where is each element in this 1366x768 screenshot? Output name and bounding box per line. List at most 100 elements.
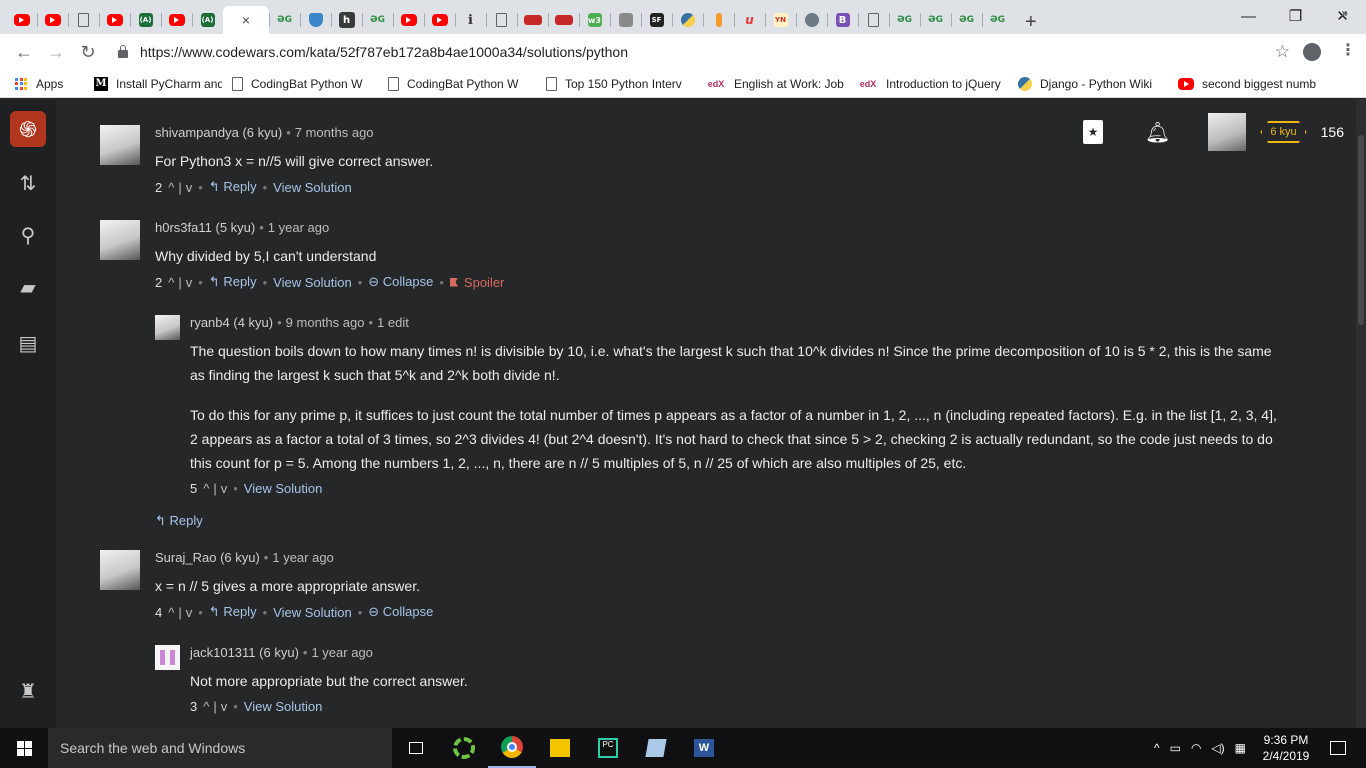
action-center-icon[interactable] [1330,741,1346,755]
tab-11[interactable]: ƏG [362,6,393,34]
reply-link[interactable]: ↰ Reply [209,604,257,620]
tab-15[interactable] [486,6,517,34]
tab-20[interactable]: SF [641,6,672,34]
downvote-icon[interactable]: v [186,180,193,195]
upvote-icon[interactable]: ^ [203,699,209,714]
tab-17[interactable] [548,6,579,34]
wifi-icon[interactable]: ◠ [1191,741,1201,755]
tab-7[interactable]: × [223,6,269,34]
bookmark-icon[interactable]: ★ [1082,120,1103,144]
comment-time[interactable]: 1 year ago [268,220,329,235]
tab-31[interactable]: ƏG [982,6,1013,34]
taskbar-search-box[interactable]: Search the web and Windows [48,728,392,768]
tab-9[interactable] [300,6,331,34]
bookmark-item[interactable]: edX English at Work: Job I [706,77,848,91]
leaderboard-trophy-icon[interactable]: ♜ [14,677,42,705]
comment-avatar[interactable] [155,315,180,340]
comment-edits[interactable]: 1 edit [377,315,409,330]
codewars-logo-icon[interactable]: ֍ [10,111,46,147]
notes-app-icon[interactable] [632,728,680,768]
tab-30[interactable]: ƏG [951,6,982,34]
tab-19[interactable] [610,6,641,34]
comment-username[interactable]: ryanb4 [190,315,230,330]
spoiler-flag[interactable]: Spoiler [449,275,504,290]
view-solution-link[interactable]: View Solution [273,275,352,290]
comment-username[interactable]: jack101311 [190,645,256,660]
tab-22[interactable] [703,6,734,34]
collapse-link[interactable]: ⊖ Collapse [368,604,433,620]
collapse-link[interactable]: ⊖ Collapse [368,274,433,290]
profile-icon[interactable] [1303,43,1321,61]
battery-icon[interactable]: ▭ [1170,741,1181,755]
comment-avatar[interactable] [155,645,180,670]
upvote-icon[interactable]: ^ [168,605,174,620]
view-solution-link[interactable]: View Solution [244,481,323,496]
tab-27[interactable] [858,6,889,34]
tab-0[interactable] [6,6,37,34]
bookmark-item[interactable]: CodingBat Python W [232,76,378,91]
tab-6[interactable]: (A) [192,6,223,34]
upvote-icon[interactable]: ^ [203,481,209,496]
new-tab-button[interactable]: + [1025,11,1037,34]
tab-16[interactable] [517,6,548,34]
docs-icon[interactable]: ▤ [14,329,42,357]
comment-avatar[interactable] [100,125,140,165]
tab-14[interactable]: i [455,6,486,34]
bookmark-item[interactable]: M Install PyCharm and A [94,76,222,91]
keyboard-icon[interactable]: ▦ [1235,741,1246,755]
scrollbar-thumb[interactable] [1358,135,1364,325]
comment-avatar[interactable] [100,220,140,260]
page-scrollbar[interactable] [1356,99,1366,728]
tab-10[interactable]: h [331,6,362,34]
tab-13[interactable] [424,6,455,34]
discuss-icon[interactable]: ▰ [14,273,42,301]
forward-icon[interactable]: → [40,42,72,63]
bookmark-item[interactable]: Top 150 Python Interv [546,76,696,91]
pycharm-icon[interactable]: PC [584,728,632,768]
back-icon[interactable]: ← [8,42,40,63]
bookmark-star-icon[interactable]: ☆ [1275,42,1290,62]
tab-close-icon[interactable]: × [242,12,250,28]
comment-time[interactable]: 7 months ago [295,125,374,140]
address-bar[interactable]: https://www.codewars.com/kata/52f787eb17… [110,38,1290,66]
downvote-icon[interactable]: v [186,605,193,620]
notifications-bell-icon[interactable]: 🔔︎ [1145,120,1170,145]
bookmark-item[interactable]: edX Introduction to jQuery [858,77,1008,91]
tab-2[interactable] [68,6,99,34]
tab-26[interactable]: B [827,6,858,34]
tab-29[interactable]: ƏG [920,6,951,34]
upvote-icon[interactable]: ^ [168,180,174,195]
windows-start-icon[interactable] [0,728,48,768]
reply-link[interactable]: ↰ Reply [209,274,257,290]
restore-button[interactable]: ❐ [1272,0,1319,32]
tab-3[interactable] [99,6,130,34]
tab-21[interactable] [672,6,703,34]
tab-1[interactable] [37,6,68,34]
bookmark-item[interactable]: Django - Python Wiki [1018,76,1168,91]
clock[interactable]: 9:36 PM 2/4/2019 [1256,732,1316,764]
downvote-icon[interactable]: v [221,481,228,496]
puzzle-app-icon[interactable] [536,728,584,768]
downvote-icon[interactable]: v [221,699,228,714]
user-avatar[interactable] [1208,113,1247,151]
tab-25[interactable] [796,6,827,34]
tab-12[interactable] [393,6,424,34]
tab-4[interactable]: (A) [130,6,161,34]
tab-18[interactable]: w3 [579,6,610,34]
volume-icon[interactable]: ◁) [1211,741,1224,755]
view-solution-link[interactable]: View Solution [273,605,352,620]
thread-reply-link[interactable]: ↰ Reply [155,513,203,529]
comment-avatar[interactable] [100,550,140,590]
practice-icon[interactable]: ⇅ [14,169,42,197]
downvote-icon[interactable]: v [186,275,193,290]
comment-time[interactable]: 1 year ago [272,550,333,565]
bookmarks-overflow-button[interactable]: » [1341,6,1348,20]
view-solution-link[interactable]: View Solution [273,180,352,195]
comment-time[interactable]: 1 year ago [311,645,372,660]
comment-username[interactable]: Suraj_Rao [155,550,216,565]
comment-username[interactable]: h0rs3fa11 [155,220,212,235]
tab-23[interactable]: u [734,6,765,34]
tab-24[interactable]: YN [765,6,796,34]
tab-28[interactable]: ƏG [889,6,920,34]
menu-kebab-icon[interactable]: ⋮ [1340,40,1356,60]
